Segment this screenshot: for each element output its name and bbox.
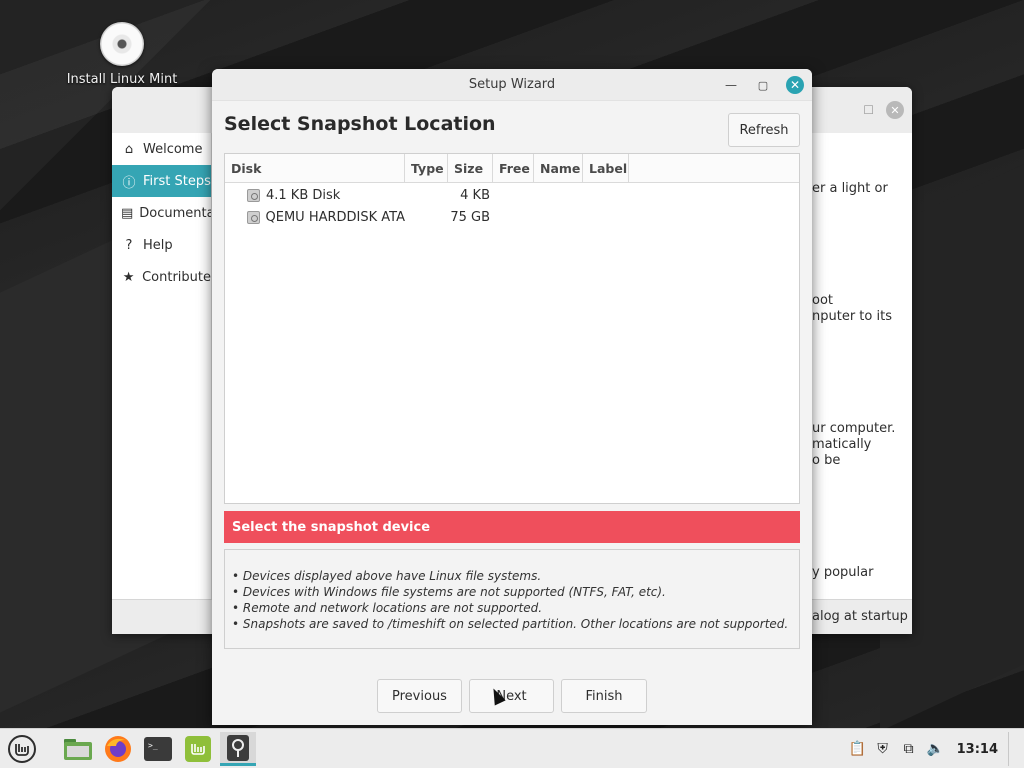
- wizard-titlebar[interactable]: Setup Wizard — ▢ ✕: [212, 69, 812, 101]
- content-text: matically: [812, 437, 872, 452]
- disk-cell: 4.1 KB Disk: [225, 184, 405, 206]
- page-title: Select Snapshot Location: [224, 113, 496, 135]
- maximize-icon[interactable]: ▢: [754, 76, 772, 94]
- disk-table: Disk Type Size Free Name Label 4.1 KB Di…: [224, 153, 800, 504]
- note-line: • Remote and network locations are not s…: [232, 601, 543, 615]
- network-icon[interactable]: ⧉: [901, 741, 917, 757]
- sidebar-item-documentation[interactable]: ▤ Documentation: [112, 197, 211, 229]
- content-text: o be: [812, 453, 841, 468]
- desktop-icon-label: Install Linux Mint: [66, 72, 178, 87]
- shield-icon[interactable]: ⛨: [875, 741, 891, 757]
- install-linux-mint-desktop-icon[interactable]: Install Linux Mint: [62, 22, 182, 87]
- content-text: ur computer.: [812, 421, 896, 436]
- disc-icon: [100, 22, 144, 66]
- svg-text:>_: >_: [148, 741, 158, 750]
- sidebar-item-contribute[interactable]: ★ Contribute: [112, 261, 211, 293]
- taskbar-timeshift[interactable]: [220, 732, 256, 766]
- folder-icon: [64, 739, 92, 760]
- next-button[interactable]: Next: [469, 679, 554, 713]
- welcome-content: er a light or oot nputer to its ur compu…: [812, 133, 912, 599]
- book-icon: ▤: [121, 205, 134, 221]
- clipboard-icon[interactable]: 📋: [849, 741, 866, 757]
- info-icon: ⓘ: [122, 175, 136, 191]
- table-row[interactable]: 4.1 KB Disk 4 KB: [225, 184, 799, 206]
- status-alert: Select the snapshot device: [224, 511, 800, 543]
- note-line: • Devices displayed above have Linux fil…: [232, 569, 542, 583]
- taskbar-mint-update[interactable]: [180, 732, 216, 766]
- disk-name: QEMU HARDDISK ATA: [265, 209, 405, 225]
- disk-icon: [247, 188, 260, 202]
- taskbar-terminal[interactable]: >_: [140, 732, 176, 766]
- timeshift-icon: [227, 734, 249, 761]
- note-line: • Devices with Windows file systems are …: [232, 585, 666, 599]
- disk-name: 4.1 KB Disk: [266, 187, 341, 203]
- welcome-sidebar: ⌂ Welcome ⓘ First Steps ▤ Documentation …: [112, 133, 212, 599]
- menu-button[interactable]: [4, 732, 40, 766]
- column-header-name[interactable]: Name: [534, 154, 583, 183]
- volume-icon[interactable]: 🔈: [927, 741, 944, 757]
- column-header-free[interactable]: Free: [493, 154, 534, 183]
- sidebar-item-label: Help: [143, 237, 173, 253]
- sidebar-item-label: Welcome: [143, 141, 203, 157]
- close-icon[interactable]: ✕: [886, 101, 904, 119]
- content-text: y popular: [812, 565, 874, 580]
- info-notes: • Devices displayed above have Linux fil…: [224, 549, 800, 649]
- column-header-disk[interactable]: Disk: [225, 154, 405, 183]
- sidebar-item-welcome[interactable]: ⌂ Welcome: [112, 133, 211, 165]
- taskbar-files[interactable]: [60, 732, 96, 766]
- mint-app-icon: [185, 736, 211, 762]
- table-header: Disk Type Size Free Name Label: [225, 154, 799, 183]
- content-text: er a light or: [812, 181, 888, 196]
- footer-text: alog at startup: [812, 609, 908, 624]
- taskbar-firefox[interactable]: [100, 732, 136, 766]
- note-line: • Snapshots are saved to /timeshift on s…: [232, 617, 789, 631]
- sidebar-item-label: Contribute: [142, 269, 211, 285]
- finish-button[interactable]: Finish: [561, 679, 647, 713]
- sidebar-item-label: Documentation: [139, 205, 211, 221]
- disk-icon: [247, 210, 260, 224]
- clock[interactable]: 13:14: [957, 742, 998, 757]
- mint-logo-icon: [8, 735, 36, 763]
- disk-cell: QEMU HARDDISK ATA: [225, 206, 405, 228]
- content-text: oot: [812, 293, 834, 308]
- refresh-button[interactable]: Refresh: [728, 113, 800, 147]
- home-icon: ⌂: [124, 141, 134, 157]
- firefox-icon: [105, 736, 131, 762]
- system-tray: 📋 ⛨ ⧉ 🔈 13:14: [849, 729, 1014, 768]
- minimize-icon[interactable]: —: [722, 76, 740, 94]
- taskbar: >_ 📋 ⛨ ⧉ 🔈 13:14: [0, 728, 1024, 768]
- terminal-icon: >_: [144, 737, 172, 761]
- maximize-icon[interactable]: ☐: [863, 103, 874, 117]
- sidebar-item-first-steps[interactable]: ⓘ First Steps: [112, 165, 211, 197]
- column-header-type[interactable]: Type: [405, 154, 448, 183]
- help-icon: ?: [125, 237, 133, 253]
- size-cell: 4 KB: [460, 187, 490, 203]
- type-cell: [405, 206, 448, 228]
- type-cell: [405, 184, 448, 206]
- setup-wizard-window: Setup Wizard — ▢ ✕ Select Snapshot Locat…: [212, 69, 812, 725]
- table-row[interactable]: QEMU HARDDISK ATA 75 GB: [225, 206, 799, 228]
- previous-button[interactable]: Previous: [377, 679, 462, 713]
- sidebar-item-help[interactable]: ? Help: [112, 229, 211, 261]
- close-icon[interactable]: ✕: [786, 76, 804, 94]
- column-header-size[interactable]: Size: [448, 154, 493, 183]
- show-desktop-button[interactable]: [1008, 732, 1014, 766]
- column-header-label[interactable]: Label: [583, 154, 629, 183]
- content-text: nputer to its: [812, 309, 892, 324]
- sidebar-item-label: First Steps: [143, 173, 211, 189]
- size-cell: 75 GB: [450, 209, 490, 225]
- star-icon: ★: [122, 269, 135, 285]
